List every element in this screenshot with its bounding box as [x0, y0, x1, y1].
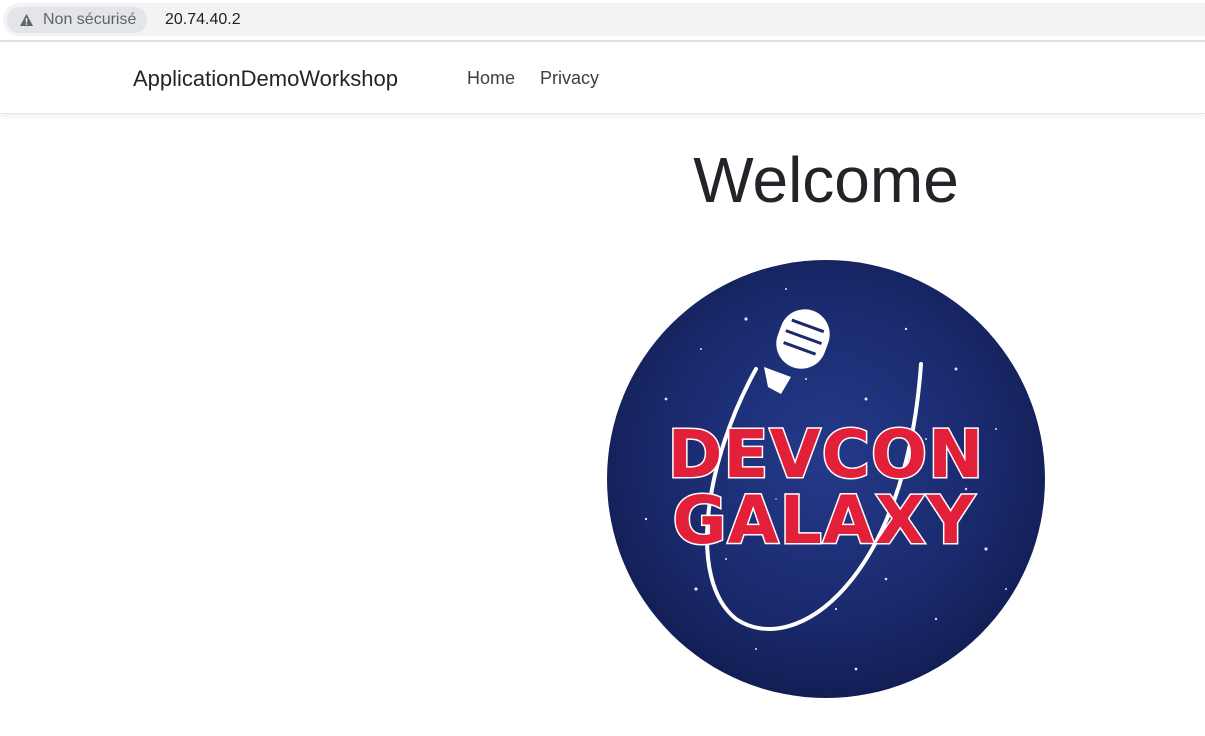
omnibox[interactable]: Non sécurisé 20.74.40.2 — [3, 3, 1205, 36]
brand-link[interactable]: ApplicationDemoWorkshop — [133, 66, 398, 92]
site-navbar: ApplicationDemoWorkshop Home Privacy — [0, 44, 1205, 114]
security-chip[interactable]: Non sécurisé — [7, 7, 148, 33]
page-title: Welcome — [693, 144, 959, 216]
nav-link-home[interactable]: Home — [467, 68, 515, 89]
devcon-galaxy-logo: DEVCON GALAXY — [607, 260, 1045, 698]
browser-address-bar: Non sécurisé 20.74.40.2 — [0, 0, 1205, 42]
warning-triangle-icon — [20, 14, 33, 26]
security-label: Non sécurisé — [43, 11, 137, 28]
logo-line-2: GALAXY — [672, 482, 975, 559]
nav-link-privacy[interactable]: Privacy — [540, 68, 599, 89]
url-text[interactable]: 20.74.40.2 — [165, 3, 241, 36]
